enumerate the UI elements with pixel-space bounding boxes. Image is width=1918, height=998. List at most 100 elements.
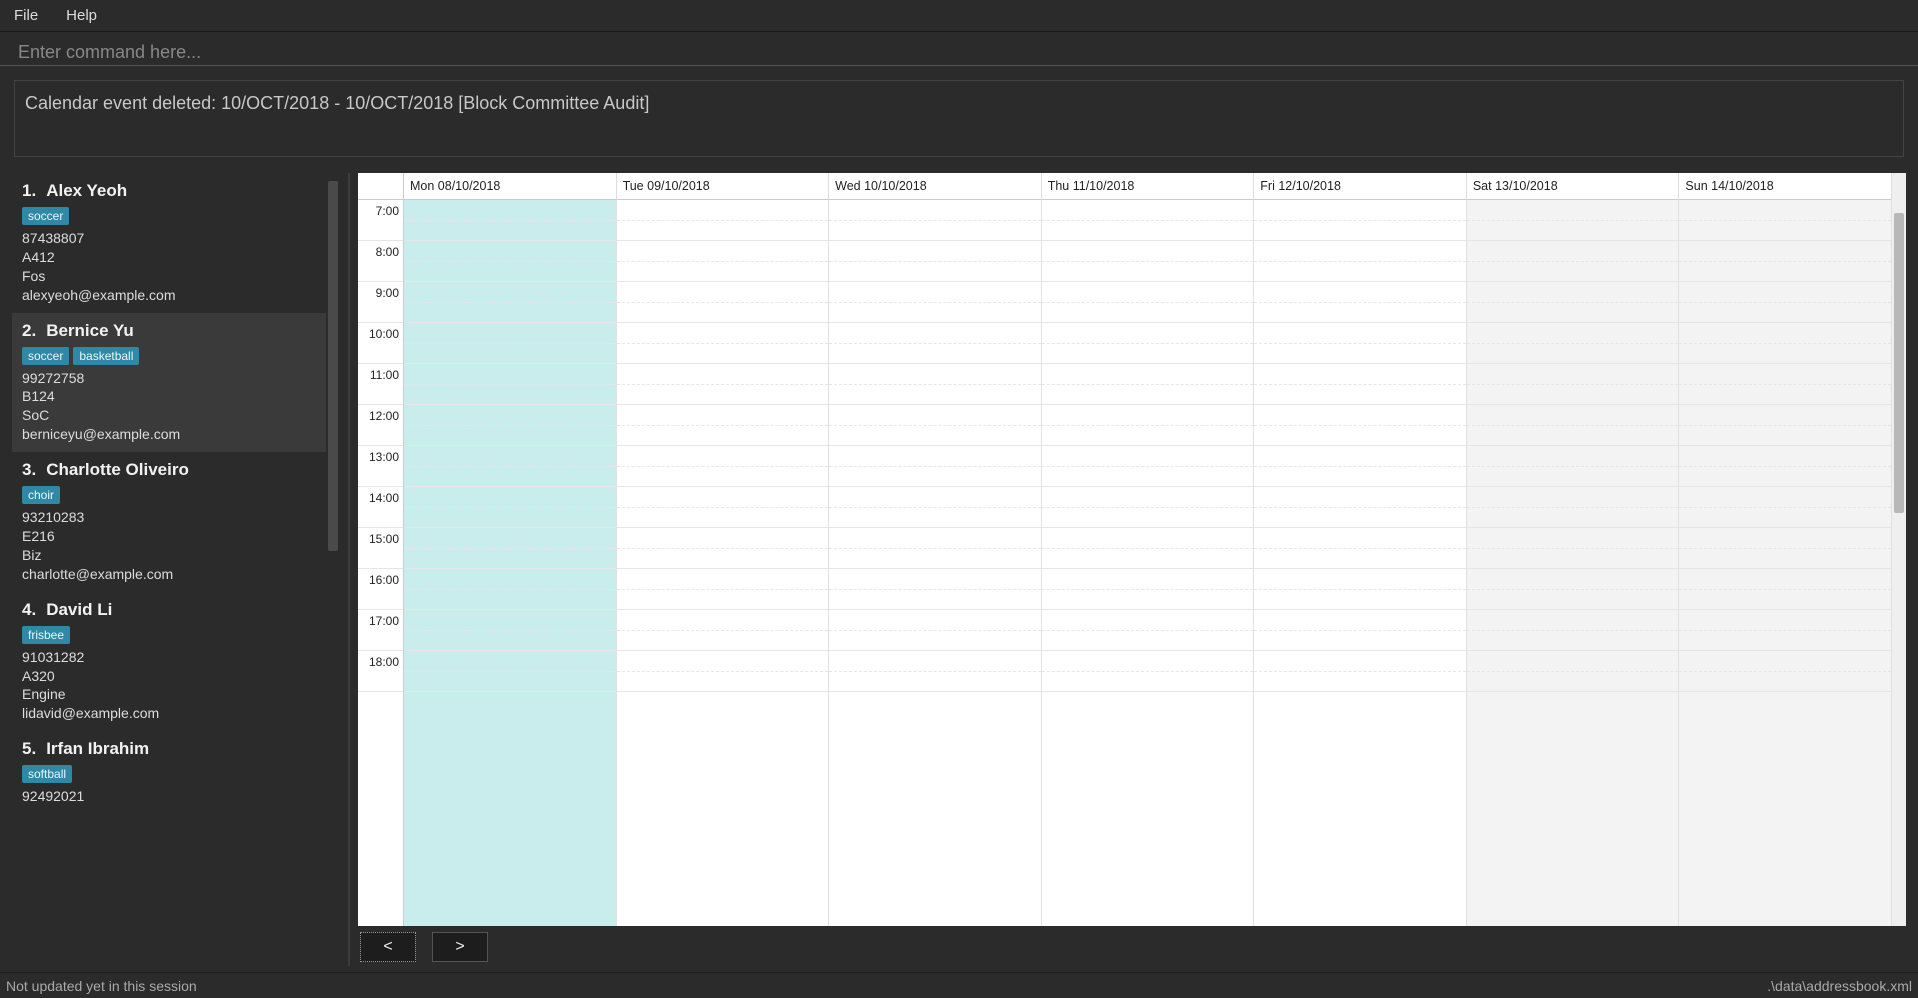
calendar-slot[interactable] xyxy=(1679,528,1891,569)
calendar-slot[interactable] xyxy=(1042,569,1254,610)
calendar-slot[interactable] xyxy=(1467,282,1679,323)
calendar-scrollbar-thumb[interactable] xyxy=(1894,213,1904,513)
calendar-slot[interactable] xyxy=(1467,323,1679,364)
calendar-slot[interactable] xyxy=(404,528,616,569)
calendar-slot[interactable] xyxy=(617,200,829,241)
calendar-slot[interactable] xyxy=(404,487,616,528)
calendar-slot[interactable] xyxy=(1467,405,1679,446)
calendar-slot[interactable] xyxy=(1042,364,1254,405)
calendar-slot[interactable] xyxy=(829,364,1041,405)
calendar-slot[interactable] xyxy=(1679,651,1891,692)
people-scrollbar-thumb[interactable] xyxy=(328,181,338,551)
calendar-slot[interactable] xyxy=(829,569,1041,610)
calendar-slot[interactable] xyxy=(404,282,616,323)
menu-help[interactable]: Help xyxy=(60,5,103,26)
calendar-day-column[interactable] xyxy=(1467,200,1680,926)
calendar-slot[interactable] xyxy=(1467,241,1679,282)
calendar-slot[interactable] xyxy=(1679,364,1891,405)
calendar-slot[interactable] xyxy=(1467,446,1679,487)
person-card[interactable]: 5.Irfan Ibrahimsoftball92492021 xyxy=(12,731,326,814)
person-card[interactable]: 3.Charlotte Oliveirochoir93210283E216Biz… xyxy=(12,452,326,592)
calendar-day-column[interactable] xyxy=(1042,200,1255,926)
people-scrollbar[interactable] xyxy=(326,173,340,966)
calendar-slot[interactable] xyxy=(1254,241,1466,282)
calendar-slot[interactable] xyxy=(404,323,616,364)
calendar-slot[interactable] xyxy=(404,651,616,692)
calendar-slot[interactable] xyxy=(829,610,1041,651)
calendar-slot[interactable] xyxy=(404,241,616,282)
calendar-slot[interactable] xyxy=(617,610,829,651)
calendar-slot[interactable] xyxy=(617,446,829,487)
calendar-slot[interactable] xyxy=(829,405,1041,446)
people-list[interactable]: 1.Alex Yeohsoccer87438807A412Fosalexyeoh… xyxy=(12,173,326,966)
calendar-slot[interactable] xyxy=(1042,651,1254,692)
calendar-slot[interactable] xyxy=(617,405,829,446)
calendar-slot[interactable] xyxy=(1042,405,1254,446)
calendar-slot[interactable] xyxy=(617,364,829,405)
calendar-slot[interactable] xyxy=(1679,241,1891,282)
calendar-body[interactable]: 7:008:009:0010:0011:0012:0013:0014:0015:… xyxy=(358,200,1892,926)
calendar-slot[interactable] xyxy=(1254,323,1466,364)
calendar-slot[interactable] xyxy=(1254,610,1466,651)
calendar-slot[interactable] xyxy=(1042,446,1254,487)
calendar-slot[interactable] xyxy=(829,241,1041,282)
calendar-slot[interactable] xyxy=(1254,405,1466,446)
calendar-slot[interactable] xyxy=(829,323,1041,364)
calendar-slot[interactable] xyxy=(617,323,829,364)
calendar-slot[interactable] xyxy=(404,200,616,241)
calendar-slot[interactable] xyxy=(617,528,829,569)
calendar-slot[interactable] xyxy=(1042,487,1254,528)
calendar-slot[interactable] xyxy=(1467,487,1679,528)
calendar-slot[interactable] xyxy=(404,610,616,651)
person-card[interactable]: 4.David Lifrisbee91031282A320Enginelidav… xyxy=(12,592,326,732)
calendar-slot[interactable] xyxy=(829,446,1041,487)
calendar-slot[interactable] xyxy=(1467,528,1679,569)
calendar-slot[interactable] xyxy=(1679,487,1891,528)
prev-week-button[interactable]: < xyxy=(360,932,416,962)
person-card[interactable]: 1.Alex Yeohsoccer87438807A412Fosalexyeoh… xyxy=(12,173,326,313)
next-week-button[interactable]: > xyxy=(432,932,488,962)
calendar-slot[interactable] xyxy=(404,405,616,446)
calendar-slot[interactable] xyxy=(1679,446,1891,487)
calendar-slot[interactable] xyxy=(1254,528,1466,569)
calendar-slot[interactable] xyxy=(404,569,616,610)
calendar-day-column[interactable] xyxy=(1679,200,1892,926)
calendar-slot[interactable] xyxy=(1679,405,1891,446)
calendar-slot[interactable] xyxy=(829,528,1041,569)
calendar-slot[interactable] xyxy=(1679,323,1891,364)
calendar-slot[interactable] xyxy=(617,282,829,323)
calendar-scrollbar[interactable] xyxy=(1892,173,1906,926)
calendar-slot[interactable] xyxy=(1467,610,1679,651)
calendar-slot[interactable] xyxy=(1254,364,1466,405)
calendar-slot[interactable] xyxy=(1467,651,1679,692)
calendar-day-column[interactable] xyxy=(617,200,830,926)
calendar-slot[interactable] xyxy=(1254,651,1466,692)
command-input[interactable] xyxy=(18,42,1900,63)
calendar-slot[interactable] xyxy=(1679,282,1891,323)
calendar-slot[interactable] xyxy=(1254,446,1466,487)
calendar-slot[interactable] xyxy=(1467,364,1679,405)
calendar-slot[interactable] xyxy=(1042,610,1254,651)
calendar-slot[interactable] xyxy=(1679,610,1891,651)
calendar-slot[interactable] xyxy=(404,446,616,487)
calendar-slot[interactable] xyxy=(1467,200,1679,241)
calendar-slot[interactable] xyxy=(1042,323,1254,364)
calendar-slot[interactable] xyxy=(617,487,829,528)
calendar-slot[interactable] xyxy=(404,364,616,405)
calendar-slot[interactable] xyxy=(829,487,1041,528)
calendar-slot[interactable] xyxy=(1042,241,1254,282)
calendar-slot[interactable] xyxy=(1042,528,1254,569)
calendar-slot[interactable] xyxy=(1254,200,1466,241)
calendar-slot[interactable] xyxy=(829,651,1041,692)
calendar-slot[interactable] xyxy=(617,569,829,610)
calendar-slot[interactable] xyxy=(1254,569,1466,610)
calendar-slot[interactable] xyxy=(1679,569,1891,610)
calendar-slot[interactable] xyxy=(1467,569,1679,610)
calendar-slot[interactable] xyxy=(1042,282,1254,323)
calendar-slot[interactable] xyxy=(1254,282,1466,323)
calendar-slot[interactable] xyxy=(617,651,829,692)
person-card[interactable]: 2.Bernice Yusoccerbasketball99272758B124… xyxy=(12,313,326,453)
calendar-day-column[interactable] xyxy=(404,200,617,926)
calendar-slot[interactable] xyxy=(829,200,1041,241)
calendar-slot[interactable] xyxy=(1042,200,1254,241)
